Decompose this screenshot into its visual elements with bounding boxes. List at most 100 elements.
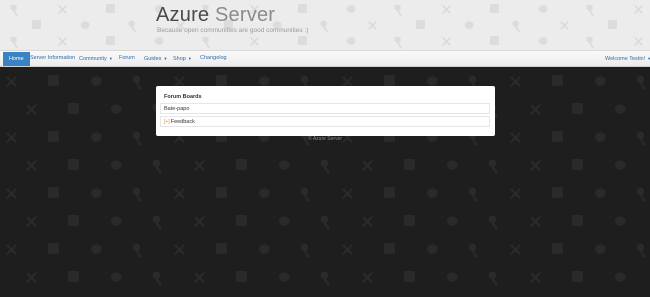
key-icon bbox=[152, 271, 163, 287]
nav-guides-label: Guides bbox=[144, 56, 162, 62]
cookie-icon bbox=[446, 272, 458, 282]
pickaxe-icon bbox=[26, 104, 37, 116]
site-brand[interactable]: Azure Server bbox=[156, 4, 275, 27]
cookie-icon bbox=[614, 104, 626, 114]
key-icon bbox=[394, 36, 403, 49]
pickaxe-icon bbox=[174, 244, 185, 256]
chest-icon bbox=[106, 4, 115, 13]
key-icon bbox=[10, 4, 19, 17]
key-icon bbox=[636, 243, 647, 259]
chest-icon bbox=[490, 4, 499, 13]
page-footer: · © Azure Server bbox=[305, 136, 343, 142]
chest-icon bbox=[236, 215, 247, 226]
key-icon bbox=[300, 187, 311, 203]
board-row[interactable]: [+]Feedback bbox=[160, 116, 490, 127]
pickaxe-icon bbox=[442, 36, 451, 46]
cookie-icon bbox=[258, 76, 270, 86]
cookie-icon bbox=[278, 160, 290, 170]
chest-icon bbox=[572, 159, 583, 170]
user-menu[interactable]: Welcome Testin! ▼ bbox=[605, 51, 650, 66]
key-icon bbox=[636, 187, 647, 203]
pickaxe-icon bbox=[194, 216, 205, 228]
key-icon bbox=[488, 271, 499, 287]
key-icon bbox=[586, 4, 595, 17]
chest-icon bbox=[68, 159, 79, 170]
cookie-icon bbox=[614, 216, 626, 226]
chest-icon bbox=[48, 243, 59, 254]
board-row[interactable]: Bate-papo bbox=[160, 103, 490, 114]
cookie-icon bbox=[464, 21, 474, 29]
key-icon bbox=[132, 187, 143, 203]
nav-community[interactable]: Community ▼ bbox=[79, 51, 113, 66]
nav-server-information[interactable]: Server Information bbox=[30, 51, 75, 66]
chest-icon bbox=[216, 75, 227, 86]
nav-changelog[interactable]: Changelog bbox=[200, 51, 227, 66]
nav-shop[interactable]: Shop ▼ bbox=[173, 51, 192, 66]
pickaxe-icon bbox=[26, 272, 37, 284]
pickaxe-icon bbox=[6, 76, 17, 88]
cookie-icon bbox=[90, 76, 102, 86]
key-icon bbox=[468, 243, 479, 259]
chest-icon bbox=[608, 20, 617, 29]
pickaxe-icon bbox=[510, 132, 521, 144]
key-icon bbox=[202, 36, 211, 49]
board-link: Feedback bbox=[170, 119, 195, 125]
chest-icon bbox=[384, 243, 395, 254]
pickaxe-icon bbox=[530, 272, 541, 284]
chest-icon bbox=[572, 271, 583, 282]
chest-icon bbox=[68, 103, 79, 114]
pickaxe-icon bbox=[362, 272, 373, 284]
cookie-icon bbox=[538, 5, 548, 13]
chest-icon bbox=[236, 271, 247, 282]
chest-icon bbox=[216, 187, 227, 198]
key-icon bbox=[132, 75, 143, 91]
chest-icon bbox=[32, 20, 41, 29]
pickaxe-icon bbox=[194, 272, 205, 284]
cookie-icon bbox=[426, 76, 438, 86]
pickaxe-icon bbox=[368, 20, 377, 30]
pickaxe-icon bbox=[26, 216, 37, 228]
cookie-icon bbox=[594, 244, 606, 254]
chest-icon bbox=[552, 131, 563, 142]
key-icon bbox=[636, 131, 647, 147]
cookie-icon bbox=[258, 188, 270, 198]
pickaxe-icon bbox=[26, 160, 37, 172]
cookie-icon bbox=[80, 21, 90, 29]
nav-home[interactable]: Home bbox=[3, 52, 30, 66]
cookie-icon bbox=[614, 160, 626, 170]
chest-icon bbox=[572, 103, 583, 114]
board-link-wrapper[interactable]: [+]Feedback bbox=[164, 119, 195, 125]
chest-icon bbox=[48, 187, 59, 198]
chevron-down-icon: ▼ bbox=[163, 56, 168, 61]
chest-icon bbox=[68, 215, 79, 226]
feedback-icon: [+] bbox=[164, 119, 170, 125]
user-menu-label: Welcome Testin! bbox=[605, 56, 646, 62]
pickaxe-icon bbox=[174, 188, 185, 200]
pickaxe-icon bbox=[530, 160, 541, 172]
pickaxe-icon bbox=[560, 20, 569, 30]
chest-icon bbox=[298, 36, 307, 45]
chest-icon bbox=[48, 75, 59, 86]
chest-icon bbox=[572, 215, 583, 226]
forum-boards-panel: Forum Boards Bate-papo [+]Feedback bbox=[156, 86, 495, 136]
cookie-icon bbox=[346, 37, 356, 45]
cookie-icon bbox=[110, 104, 122, 114]
cookie-icon bbox=[90, 244, 102, 254]
key-icon bbox=[320, 20, 329, 33]
board-link[interactable]: Bate-papo bbox=[164, 106, 189, 112]
key-icon bbox=[300, 243, 311, 259]
cookie-icon bbox=[278, 216, 290, 226]
nav-forum[interactable]: Forum bbox=[119, 51, 135, 66]
key-icon bbox=[10, 36, 19, 49]
cookie-icon bbox=[110, 160, 122, 170]
pickaxe-icon bbox=[58, 4, 67, 14]
nav-guides[interactable]: Guides ▼ bbox=[144, 51, 167, 66]
cookie-icon bbox=[594, 188, 606, 198]
pickaxe-icon bbox=[362, 216, 373, 228]
key-icon bbox=[320, 215, 331, 231]
chest-icon bbox=[106, 36, 115, 45]
key-icon bbox=[488, 215, 499, 231]
key-icon bbox=[394, 4, 403, 17]
cookie-icon bbox=[258, 244, 270, 254]
pickaxe-icon bbox=[58, 36, 67, 46]
